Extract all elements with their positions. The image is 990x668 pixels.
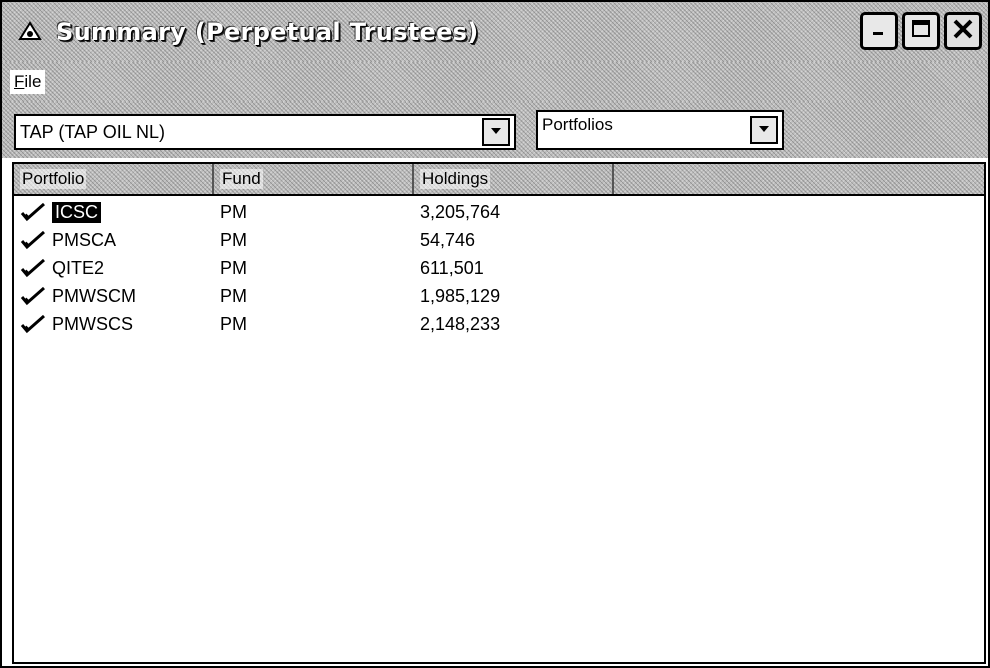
view-combobox-value: Portfolios <box>542 115 613 134</box>
security-combobox[interactable]: TAP (TAP OIL NL) <box>14 114 516 150</box>
column-header-portfolio[interactable]: Portfolio <box>14 164 214 194</box>
chevron-down-icon <box>489 123 503 141</box>
cell-fund: PM <box>220 201 247 222</box>
security-combobox-value: TAP (TAP OIL NL) <box>20 121 166 142</box>
portfolio-name: PMWSCS <box>52 313 133 334</box>
portfolio-name: PMSCA <box>52 229 117 250</box>
cell-holdings: 2,148,233 <box>420 313 501 334</box>
table-row[interactable]: PMWSCS PM 2,148,233 <box>14 310 984 338</box>
cell-fund: PM <box>220 229 247 250</box>
close-button[interactable] <box>944 12 982 50</box>
cell-portfolio: PMSCA <box>14 230 214 251</box>
minimize-button[interactable] <box>860 12 898 50</box>
portfolio-name: PMWSCM <box>52 285 136 306</box>
checkmark-icon <box>20 258 45 278</box>
toolbar: TAP (TAP OIL NL) Portfolios <box>2 102 988 158</box>
portfolio-name: QITE2 <box>52 257 105 278</box>
column-header-empty[interactable] <box>614 164 984 194</box>
column-header-label: Portfolio <box>20 169 87 189</box>
list-rows: ICSC PM 3,205,764 PMSCA PM 54,746 QITE2 … <box>14 198 984 338</box>
column-header-label: Fund <box>220 169 263 189</box>
menu-file-label: ile <box>24 72 42 91</box>
minimize-icon <box>869 19 889 44</box>
window-controls <box>860 12 982 50</box>
window-title: Summary (Perpetual Trustees) <box>56 18 479 46</box>
cell-holdings: 611,501 <box>420 257 484 278</box>
title-bar[interactable]: Summary (Perpetual Trustees) <box>2 2 988 62</box>
maximize-button[interactable] <box>902 12 940 50</box>
chevron-down-icon <box>757 121 771 139</box>
cell-portfolio: ICSC <box>14 200 214 224</box>
portfolio-name: ICSC <box>50 200 103 224</box>
checkmark-icon <box>20 230 45 250</box>
column-header-label: Holdings <box>420 169 491 189</box>
app-window-icon <box>16 18 44 46</box>
cell-portfolio: QITE2 <box>14 258 214 279</box>
column-header-holdings[interactable]: Holdings <box>414 164 614 194</box>
menu-file[interactable]: File <box>10 70 46 94</box>
cell-holdings: 3,205,764 <box>420 201 501 222</box>
checkmark-icon <box>20 286 45 306</box>
table-row[interactable]: ICSC PM 3,205,764 <box>14 198 984 226</box>
view-dropdown-button[interactable] <box>750 116 778 144</box>
list-header: Portfolio Fund Holdings <box>14 164 984 196</box>
checkmark-icon <box>20 202 45 222</box>
cell-portfolio: PMWSCM <box>14 286 214 307</box>
cell-holdings: 1,985,129 <box>420 285 501 306</box>
cell-fund: PM <box>220 313 247 334</box>
cell-fund: PM <box>220 285 247 306</box>
cell-fund: PM <box>220 257 247 278</box>
maximize-icon <box>910 18 932 45</box>
portfolio-list[interactable]: Portfolio Fund Holdings ICSC PM 3,205,76… <box>12 162 986 664</box>
table-row[interactable]: QITE2 PM 611,501 <box>14 254 984 282</box>
cell-portfolio: PMWSCS <box>14 314 214 335</box>
checkmark-icon <box>20 314 45 334</box>
menu-file-mnemonic: F <box>14 72 25 91</box>
cell-holdings: 54,746 <box>420 229 476 250</box>
table-row[interactable]: PMWSCM PM 1,985,129 <box>14 282 984 310</box>
menu-bar: File <box>2 62 988 103</box>
close-icon <box>951 17 975 46</box>
table-row[interactable]: PMSCA PM 54,746 <box>14 226 984 254</box>
security-dropdown-button[interactable] <box>482 118 510 146</box>
column-header-fund[interactable]: Fund <box>214 164 414 194</box>
summary-window: Summary (Perpetual Trustees) File TAP (T… <box>0 0 990 668</box>
view-combobox[interactable]: Portfolios <box>536 110 784 150</box>
